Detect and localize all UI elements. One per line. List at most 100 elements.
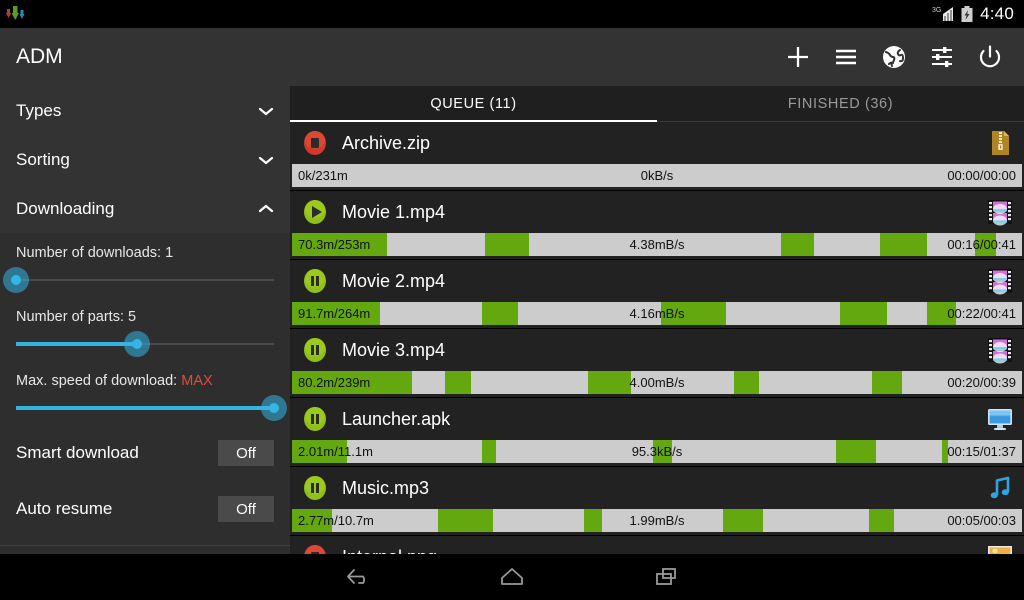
download-item-header: Movie 2.mp4 (290, 260, 1024, 302)
max-speed-slider[interactable] (16, 391, 287, 425)
download-item-header: Movie 3.mp4 (290, 329, 1024, 371)
sidebar-group-downloading[interactable]: Downloading (0, 184, 290, 233)
sliders-icon (932, 47, 952, 67)
downloading-settings-panel: Number of downloads: 1 Number of parts: … (0, 233, 290, 554)
auto-resume-row: Auto resume Off (0, 481, 290, 537)
slider-thumb[interactable] (3, 267, 29, 293)
download-progress-bar[interactable]: 0k/231m 0kB/s 00:00/00:00 (292, 164, 1022, 187)
status-bar-indicators: 3G 4:40 (932, 4, 1024, 24)
download-file-name: Internal.png (342, 547, 437, 555)
slider-thumb[interactable] (261, 395, 287, 421)
chevron-down-icon (258, 156, 274, 164)
progress-time-label: 00:00/00:00 (947, 168, 1016, 183)
download-item[interactable]: Movie 2.mp4 91.7m/264m 4.16mB/s 00:22/00:41 (290, 260, 1024, 329)
tab-bar: QUEUE (11) FINISHED (36) (290, 86, 1024, 122)
progress-speed-label: 4.00mB/s (629, 375, 685, 390)
menu-button[interactable] (822, 28, 870, 86)
action-bar: ADM (0, 28, 1024, 86)
progress-speed-label: 0kB/s (640, 168, 674, 183)
download-file-type-icon (986, 336, 1014, 364)
slider-track (16, 279, 274, 281)
progress-time-label: 00:20/00:39 (947, 375, 1016, 390)
download-list: Archive.zip 0k/231m 0kB/s 00:00/00:00 Movie … (290, 122, 1024, 554)
status-bar-notifications (0, 5, 26, 23)
pause-icon (304, 476, 326, 500)
download-item[interactable]: Movie 1.mp4 70.3m/253m 4.38mB/s 00:16/00:41 (290, 191, 1024, 260)
sidebar-group-sorting-label: Sorting (16, 149, 70, 169)
download-item[interactable]: Archive.zip 0k/231m 0kB/s 00:00/00:00 (290, 122, 1024, 191)
progress-time-label: 00:15/01:37 (947, 444, 1016, 459)
download-progress-bar[interactable]: 2.01m/11.1m 95.3kB/s 00:15/01:37 (292, 440, 1022, 463)
chevron-down-icon (258, 107, 274, 115)
stop-icon (304, 545, 326, 554)
download-progress-bar[interactable]: 91.7m/264m 4.16mB/s 00:22/00:41 (292, 302, 1022, 325)
max-speed-row: Max. speed of download: MAX (0, 361, 290, 389)
download-file-name: Movie 3.mp4 (342, 339, 446, 360)
download-state-button[interactable] (300, 266, 330, 296)
zip-file-icon (992, 131, 1009, 155)
max-speed-label-text: Max. speed of download: (16, 373, 182, 389)
browser-button[interactable] (870, 28, 918, 86)
smart-download-row: Smart download Off (0, 425, 290, 481)
android-screen: 3G 4:40 ADM Types Sorting Downloading Nu… (0, 0, 1024, 600)
download-progress-bar[interactable]: 70.3m/253m 4.38mB/s 00:16/00:41 (292, 233, 1022, 256)
download-file-name: Music.mp3 (342, 477, 430, 498)
download-progress-bar[interactable]: 2.77m/10.7m 1.99mB/s 00:05/00:03 (292, 509, 1022, 532)
download-state-button[interactable] (300, 542, 330, 554)
sidebar-group-downloading-label: Downloading (16, 198, 115, 218)
add-download-button[interactable] (774, 28, 822, 86)
download-item-header: Movie 1.mp4 (290, 191, 1024, 233)
download-file-type-icon (986, 129, 1014, 157)
download-progress-bar[interactable]: 80.2m/239m 4.00mB/s 00:20/00:39 (292, 371, 1022, 394)
hamburger-menu-icon (836, 49, 856, 65)
sidebar-group-types[interactable]: Types (0, 86, 290, 135)
download-item-header: Archive.zip (290, 122, 1024, 164)
sidebar-group-sorting[interactable]: Sorting (0, 135, 290, 184)
download-state-button[interactable] (300, 335, 330, 365)
system-navigation-bar (0, 554, 1024, 600)
slider-fill (16, 342, 138, 346)
tab-queue[interactable]: QUEUE (11) (290, 86, 657, 122)
download-state-button[interactable] (300, 404, 330, 434)
download-item[interactable]: Internal.png (290, 536, 1024, 554)
application-file-icon (988, 409, 1012, 430)
tab-finished[interactable]: FINISHED (36) (657, 86, 1024, 121)
globe-icon (883, 46, 905, 68)
status-bar: 3G 4:40 (0, 0, 1024, 28)
app-title: ADM (16, 45, 63, 68)
nav-back-button[interactable] (336, 560, 380, 594)
download-file-name: Archive.zip (342, 132, 431, 153)
pause-icon (304, 269, 326, 293)
number-of-parts-slider[interactable] (16, 327, 274, 361)
download-file-type-icon (986, 543, 1014, 554)
svg-text:3G: 3G (932, 7, 941, 14)
progress-time-label: 00:22/00:41 (947, 306, 1016, 321)
exit-button[interactable] (966, 28, 1014, 86)
video-file-icon (988, 338, 1012, 364)
download-file-type-icon (986, 198, 1014, 226)
smart-download-toggle[interactable]: Off (218, 440, 274, 466)
download-file-name: Launcher.apk (342, 408, 451, 429)
settings-button[interactable] (918, 28, 966, 86)
download-item[interactable]: Music.mp3 2.77m/10.7m 1.99mB/s 00:05/00:03 (290, 467, 1024, 536)
max-speed-label: Max. speed of download: MAX (16, 373, 274, 389)
progress-time-label: 00:05/00:03 (947, 513, 1016, 528)
download-item[interactable]: Launcher.apk 2.01m/11.1m 95.3kB/s 00:15/01:… (290, 398, 1024, 467)
nav-recents-button[interactable] (644, 560, 688, 594)
download-state-button[interactable] (300, 128, 330, 158)
nav-home-button[interactable] (490, 560, 534, 594)
adm-download-arrows-icon (6, 6, 25, 20)
download-state-button[interactable] (300, 473, 330, 503)
action-bar-buttons (774, 28, 1024, 86)
stop-icon (304, 131, 326, 155)
download-file-type-icon (986, 405, 1014, 433)
download-file-type-icon (986, 267, 1014, 295)
chevron-up-icon (258, 204, 274, 212)
download-item[interactable]: Movie 3.mp4 80.2m/239m 4.00mB/s 00:20/00:39 (290, 329, 1024, 398)
number-of-parts-row: Number of parts: 5 (0, 297, 290, 325)
number-of-downloads-slider[interactable] (3, 263, 274, 297)
slider-thumb[interactable] (124, 331, 151, 357)
sidebar-divider (0, 545, 290, 546)
auto-resume-toggle[interactable]: Off (218, 496, 274, 522)
download-state-button[interactable] (300, 197, 330, 227)
